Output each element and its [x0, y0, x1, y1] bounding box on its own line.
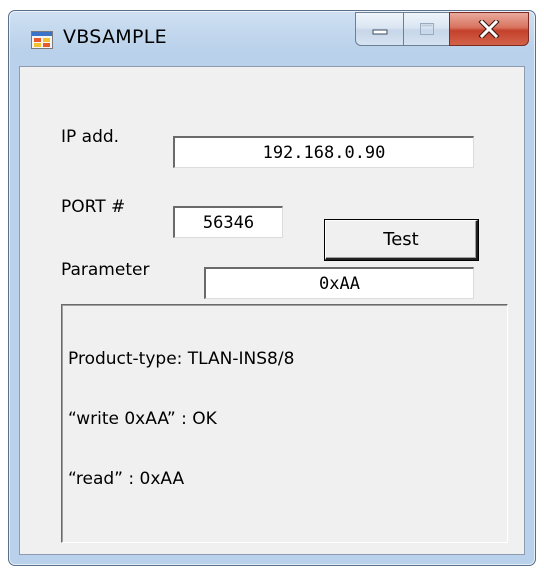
windows-form-icon	[31, 31, 53, 49]
parameter-input[interactable]	[204, 267, 474, 299]
close-button[interactable]	[449, 12, 529, 46]
window-title: VBSAMPLE	[63, 26, 167, 48]
output-textbox[interactable]: Product-type: TLAN-INS8/8 “write 0xAA” :…	[61, 304, 508, 543]
output-line: “read” : 0xAA	[68, 469, 185, 489]
caption-buttons	[355, 12, 529, 46]
title-bar[interactable]: VBSAMPLE	[9, 11, 535, 61]
ip-address-label: IP add.	[61, 127, 120, 147]
app-window: VBSAMPLE IP add. 192.168.0.90 PORT # 563…	[8, 10, 536, 566]
parameter-label: Parameter	[61, 260, 150, 280]
minimize-icon	[372, 29, 387, 35]
maximize-button[interactable]	[403, 12, 449, 46]
output-line: “write 0xAA” : OK	[68, 409, 217, 429]
output-line: Product-type: TLAN-INS8/8	[68, 349, 295, 369]
ip-address-input[interactable]	[173, 136, 474, 168]
minimize-button[interactable]	[355, 12, 403, 46]
test-button[interactable]: Test	[325, 220, 478, 260]
form-client-area: IP add. PORT # Test Parameter Product-ty…	[19, 66, 525, 555]
maximize-icon	[419, 23, 434, 35]
port-label: PORT #	[61, 197, 126, 217]
port-input[interactable]	[173, 206, 283, 238]
close-icon	[478, 20, 500, 38]
